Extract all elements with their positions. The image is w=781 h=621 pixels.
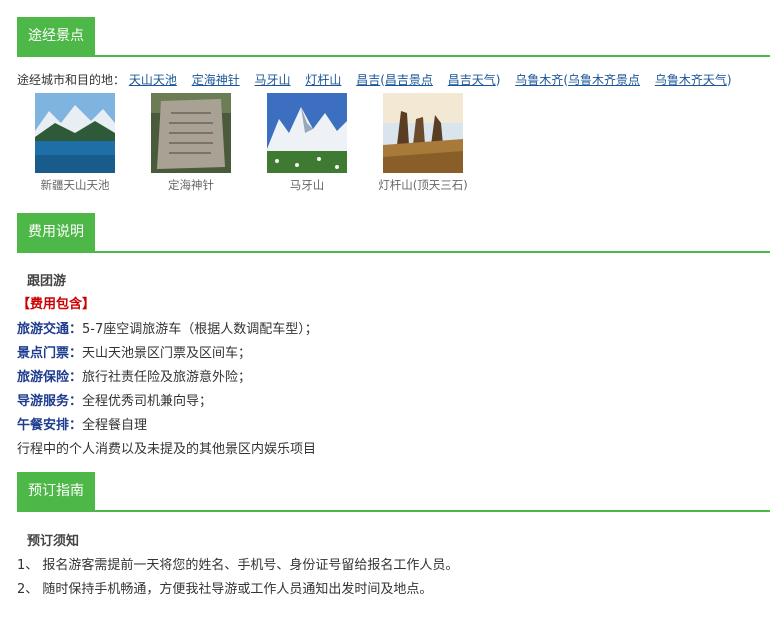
- fees-included-title: 【费用包含】: [17, 297, 96, 312]
- link-changji[interactable]: 昌吉: [356, 73, 380, 87]
- link-tianshan[interactable]: 天山天池: [129, 73, 177, 87]
- section-header-route: 途经景点: [17, 17, 770, 57]
- link-urumqi[interactable]: 乌鲁木齐: [515, 73, 563, 87]
- fee-item: 午餐安排：全程餐自理: [17, 418, 148, 433]
- section-divider: [17, 251, 770, 253]
- cities-label: 途经城市和目的地：: [17, 73, 126, 87]
- section-header-fees: 费用说明: [17, 213, 770, 253]
- booking-notice-title: 预订须知: [27, 534, 80, 549]
- section-header-booking: 预订指南: [17, 472, 770, 512]
- snow-mountain-image[interactable]: [267, 93, 347, 173]
- thumb-tianchi[interactable]: 新疆天山天池: [17, 93, 133, 193]
- link-dengganshan[interactable]: 灯杆山: [305, 73, 341, 87]
- rock-peaks-image[interactable]: [383, 93, 463, 173]
- scenic-thumbnails: 新疆天山天池 定海神针 马牙山 灯杆山(顶天三石): [17, 93, 517, 193]
- thumb-caption: 马牙山: [289, 178, 325, 192]
- destination-cities: 途经城市和目的地： 天山天池 定海神针 马牙山 灯杆山 昌吉(昌吉景点 昌吉天气…: [17, 73, 732, 87]
- thumb-caption: 灯杆山(顶天三石): [378, 178, 468, 192]
- booking-item: 2、 随时保持手机畅通，方便我社导游或工作人员通知出发时间及地点。: [17, 582, 433, 597]
- thumb-mayashan[interactable]: 马牙山: [249, 93, 365, 193]
- link-changji-weather[interactable]: 昌吉天气: [448, 73, 496, 87]
- fee-item: 旅游交通：5-7座空调旅游车（根据人数调配车型）；: [17, 322, 318, 337]
- stone-tablet-image[interactable]: [151, 93, 231, 173]
- fees-excluded: 行程中的个人消费以及未提及的其他景区内娱乐项目: [17, 442, 317, 457]
- tour-type: 跟团游: [27, 274, 67, 289]
- fee-item: 导游服务：全程优秀司机兼向导；: [17, 394, 213, 409]
- link-mayashan[interactable]: 马牙山: [255, 73, 291, 87]
- section-divider: [17, 55, 770, 57]
- thumb-caption: 定海神针: [168, 178, 214, 192]
- link-changji-spots[interactable]: 昌吉景点: [385, 73, 433, 87]
- section-divider: [17, 510, 770, 512]
- link-dinghai[interactable]: 定海神针: [192, 73, 240, 87]
- link-urumqi-spots[interactable]: 乌鲁木齐景点: [568, 73, 640, 87]
- thumb-dinghai[interactable]: 定海神针: [133, 93, 249, 193]
- tianchi-lake-image[interactable]: [35, 93, 115, 173]
- section-title-booking: 预订指南: [17, 472, 95, 510]
- fee-item: 景点门票：天山天池景区门票及区间车；: [17, 346, 252, 361]
- booking-item: 1、 报名游客需提前一天将您的姓名、手机号、身份证号留给报名工作人员。: [17, 558, 459, 573]
- fee-item: 旅游保险：旅行社责任险及旅游意外险；: [17, 370, 252, 385]
- section-title-route: 途经景点: [17, 17, 95, 55]
- link-urumqi-weather[interactable]: 乌鲁木齐天气: [655, 73, 727, 87]
- section-title-fees: 费用说明: [17, 213, 95, 251]
- thumb-caption: 新疆天山天池: [40, 178, 110, 192]
- thumb-dengganshan[interactable]: 灯杆山(顶天三石): [365, 93, 481, 193]
